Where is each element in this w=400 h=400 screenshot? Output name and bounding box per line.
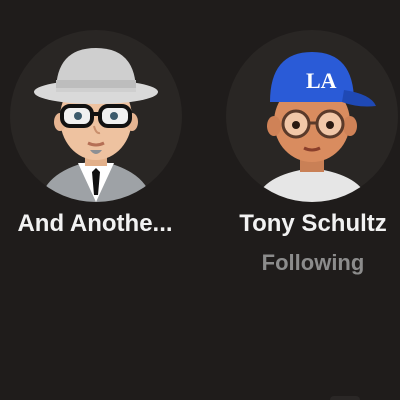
profile-card-1[interactable]: And Anothe... [0,0,200,290]
avatar[interactable] [10,30,182,202]
memoji-hat-glasses-icon [34,48,158,202]
avatar[interactable]: LA [226,30,398,202]
svg-text:LA: LA [306,68,337,93]
profile-card-2[interactable]: LA Tony Schultz Following [200,0,400,290]
profile-name[interactable]: Tony Schultz [213,210,400,238]
memoji-la-cap-glasses-icon: LA [256,52,376,202]
following-status: Following [261,250,365,275]
partial-next-item [330,396,360,400]
profile-name[interactable]: And Anothe... [0,210,190,238]
